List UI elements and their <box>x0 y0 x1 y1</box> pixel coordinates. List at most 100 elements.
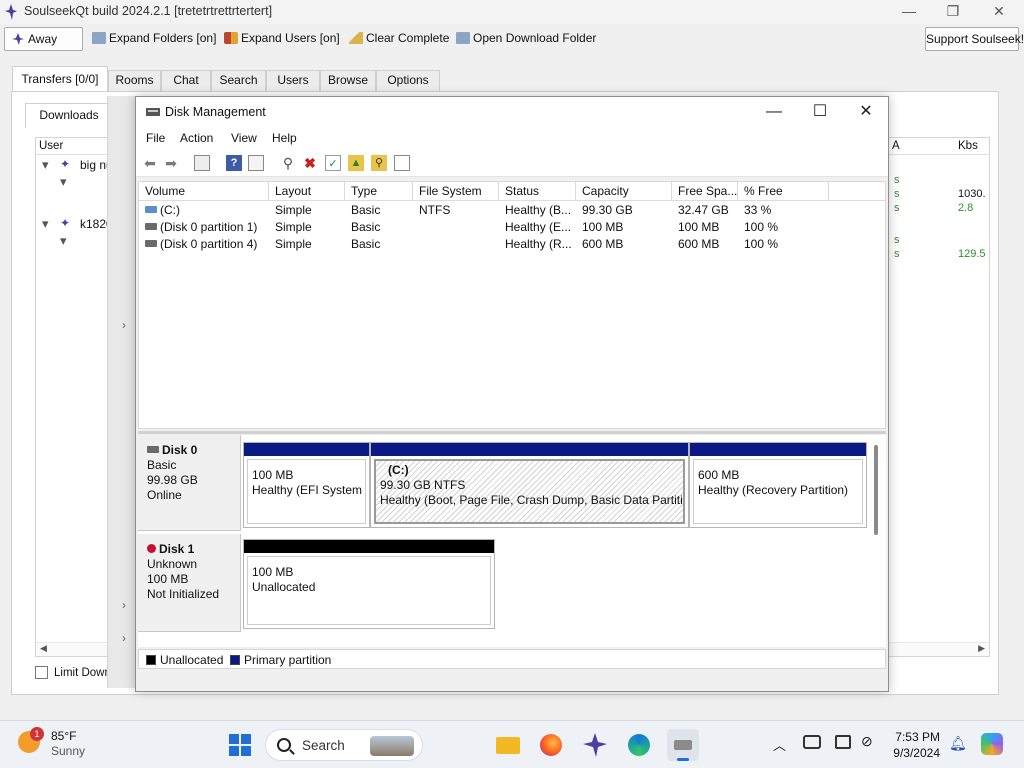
status-fragment: s <box>894 234 900 246</box>
legend-swatch <box>230 655 240 665</box>
search-icon <box>277 738 291 752</box>
tab-rooms[interactable]: Rooms <box>108 70 161 91</box>
minimize-button[interactable]: — <box>886 0 932 24</box>
folder-icon <box>496 737 520 754</box>
display-icon[interactable] <box>835 735 851 749</box>
partition-title: (C:) <box>388 463 409 477</box>
support-soulseek-button[interactable]: Support Soulseek! <box>925 27 1024 51</box>
show-hidden-icons-chevron-icon[interactable]: ︿ <box>773 735 786 754</box>
soulseek-taskbar-button[interactable] <box>579 729 611 761</box>
volume-type: Basic <box>351 237 381 251</box>
collapse-chevron-icon[interactable]: ▾ <box>60 233 67 249</box>
copilot-icon[interactable] <box>981 733 1003 755</box>
legend-unallocated: Unallocated <box>146 653 223 667</box>
disk-1-label[interactable]: Disk 1 Unknown 100 MB Not Initialized <box>138 534 241 632</box>
scroll-right-icon[interactable]: ▶ <box>978 643 985 654</box>
partition-recovery[interactable]: 600 MB Healthy (Recovery Partition) <box>689 442 867 528</box>
tab-downloads[interactable]: Downloads <box>25 103 113 128</box>
volume-list-header: Volume Layout Type File System Status Ca… <box>139 182 885 201</box>
menu-view[interactable]: View <box>231 131 257 145</box>
limit-downloads-checkbox[interactable] <box>35 666 48 679</box>
column-layout[interactable]: Layout <box>269 182 345 201</box>
status-column-header[interactable]: A <box>892 140 900 152</box>
tab-chat[interactable]: Chat <box>161 70 211 91</box>
kbs-column-header[interactable]: Kbs <box>958 140 978 152</box>
tab-transfers[interactable]: Transfers [0/0] <box>12 66 108 92</box>
volume-row[interactable]: (C:) Simple Basic NTFS Healthy (B... 99.… <box>139 202 885 219</box>
collapse-chevron-icon[interactable]: ▾ <box>60 174 67 190</box>
windows-logo-icon <box>229 734 251 756</box>
drive-icon <box>145 206 157 213</box>
menu-bar: File Action View Help <box>136 127 888 149</box>
help-icon[interactable]: ? <box>226 155 242 171</box>
edge-button[interactable] <box>623 729 655 761</box>
firefox-button[interactable] <box>535 729 567 761</box>
soulseek-logo-icon <box>5 4 17 20</box>
column-file-system[interactable]: File System <box>413 182 499 201</box>
folder-search-icon[interactable]: ⚲ <box>371 155 387 171</box>
settings-toggle-icon[interactable]: ⊘ <box>861 733 873 750</box>
column-type[interactable]: Type <box>345 182 413 201</box>
tab-search[interactable]: Search <box>211 70 266 91</box>
show-hide-console-tree-icon[interactable] <box>194 155 210 171</box>
vertical-scrollbar[interactable] <box>874 445 878 535</box>
back-arrow-icon[interactable]: ⬅ <box>142 155 158 171</box>
partition-efi[interactable]: 100 MB Healthy (EFI System P <box>243 442 370 528</box>
disk-0-label[interactable]: Disk 0 Basic 99.98 GB Online <box>138 435 241 531</box>
disk-state: Not Initialized <box>147 587 220 601</box>
folder-up-icon[interactable]: ▲ <box>348 155 364 171</box>
expand-folders-button[interactable]: Expand Folders [on] <box>92 27 216 51</box>
taskbar-search[interactable]: Search <box>265 729 423 761</box>
column-volume[interactable]: Volume <box>139 182 269 201</box>
search-placeholder: Search <box>302 738 345 753</box>
partition-c-drive[interactable]: (C:) 99.30 GB NTFS Healthy (Boot, Page F… <box>370 442 689 528</box>
minimize-button[interactable]: — <box>751 97 797 127</box>
column-status[interactable]: Status <box>499 182 576 201</box>
pane-splitter[interactable] <box>138 431 886 434</box>
start-button[interactable] <box>224 729 256 761</box>
collapse-chevron-icon[interactable]: ▾ <box>42 157 49 173</box>
menu-help[interactable]: Help <box>272 131 297 145</box>
tab-options[interactable]: Options <box>376 70 440 91</box>
chevron-right-icon: › <box>122 631 126 645</box>
edge-icon <box>628 734 650 756</box>
close-button[interactable]: ✕ <box>976 0 1022 24</box>
partition-unallocated[interactable]: 100 MB Unallocated <box>243 539 495 629</box>
clock[interactable]: 7:53 PM 9/3/2024 <box>878 729 940 761</box>
scroll-left-icon[interactable]: ◀ <box>40 643 47 654</box>
file-explorer-button[interactable] <box>492 729 524 761</box>
maximize-button[interactable]: ❐ <box>930 0 976 24</box>
open-download-folder-button[interactable]: Open Download Folder <box>456 27 596 51</box>
disk-map[interactable]: Disk 0 Basic 99.98 GB Online 100 MB Heal… <box>138 435 886 647</box>
menu-action[interactable]: Action <box>180 131 213 145</box>
properties-icon[interactable] <box>248 155 264 171</box>
notification-bell-icon[interactable]: 🔔︎ <box>949 735 967 752</box>
connect-icon[interactable]: ⚲ <box>280 155 296 171</box>
volume-row[interactable]: (Disk 0 partition 1) Simple Basic Health… <box>139 219 885 236</box>
check-icon[interactable]: ✓ <box>325 155 341 171</box>
column-capacity[interactable]: Capacity <box>576 182 672 201</box>
close-button[interactable]: ✕ <box>843 97 889 127</box>
forward-arrow-icon[interactable]: ➡ <box>163 155 179 171</box>
clear-complete-button[interactable]: Clear Complete <box>349 27 449 51</box>
network-icon[interactable] <box>803 735 821 749</box>
maximize-button[interactable]: ☐ <box>797 97 843 127</box>
expand-users-button[interactable]: Expand Users [on] <box>224 27 340 51</box>
collapse-chevron-icon[interactable]: ▾ <box>42 216 49 232</box>
soulseek-bird-icon <box>12 33 24 45</box>
user-column-header[interactable]: User <box>39 140 63 152</box>
delete-icon[interactable]: ✖ <box>302 155 318 171</box>
folder-icon <box>456 32 470 44</box>
away-button[interactable]: Away <box>4 27 83 51</box>
column-percent-free[interactable]: % Free <box>738 182 829 201</box>
tab-browse[interactable]: Browse <box>320 70 376 91</box>
volume-status: Healthy (R... <box>505 237 572 251</box>
volume-row[interactable]: (Disk 0 partition 4) Simple Basic Health… <box>139 236 885 253</box>
tab-users[interactable]: Users <box>266 70 320 91</box>
column-free-space[interactable]: Free Spa... <box>672 182 738 201</box>
volume-list[interactable]: Volume Layout Type File System Status Ca… <box>138 181 886 459</box>
disk-management-taskbar-button[interactable] <box>667 729 699 761</box>
menu-file[interactable]: File <box>146 131 165 145</box>
list-view-icon[interactable] <box>394 155 410 171</box>
legend-swatch <box>146 655 156 665</box>
